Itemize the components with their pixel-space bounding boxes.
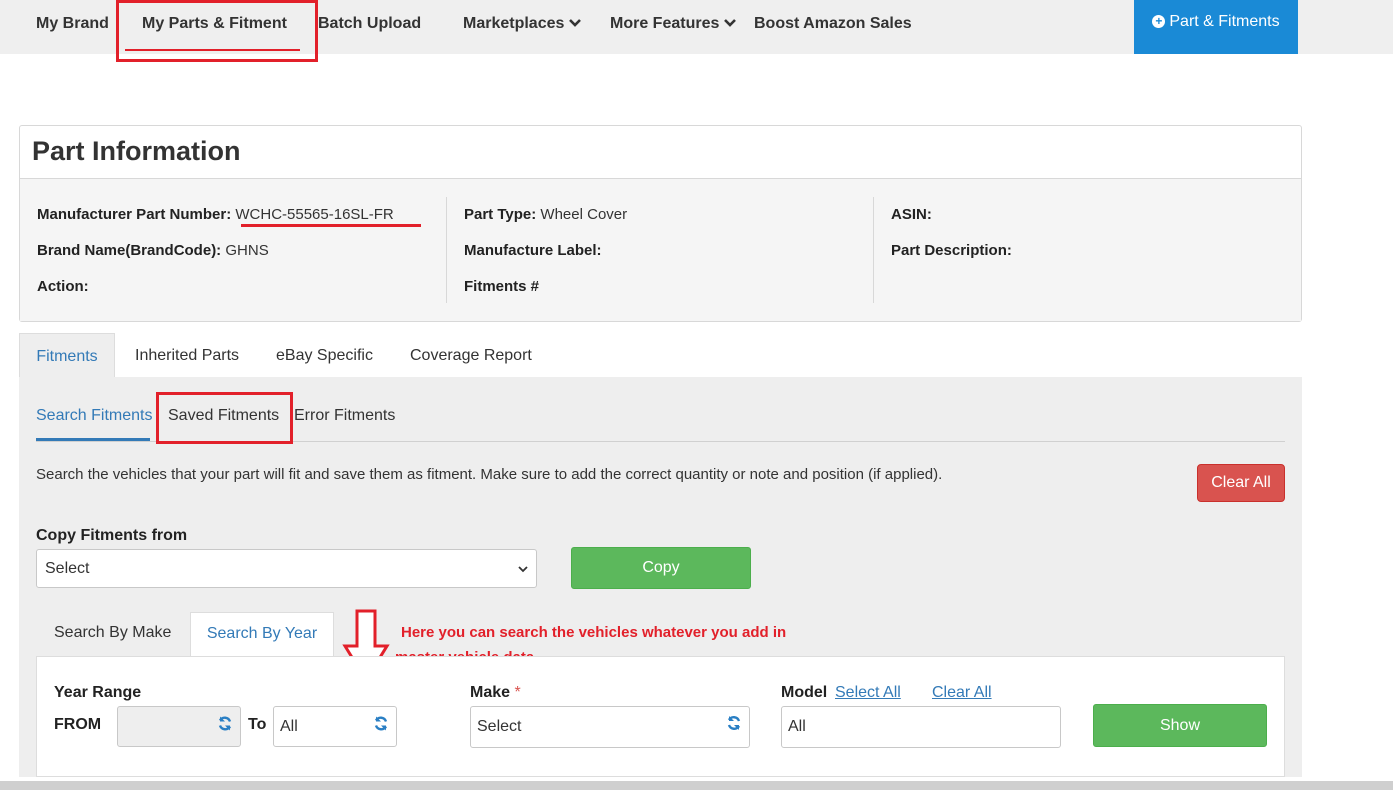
make-label: Make * xyxy=(470,684,521,702)
model-label: Model xyxy=(781,684,828,701)
part-description-row: Part Description: xyxy=(891,233,1012,269)
model-select[interactable]: All xyxy=(781,706,1061,748)
year-to-value: All xyxy=(280,718,298,735)
panel-body: Manufacturer Part Number: WCHC-55565-16S… xyxy=(20,179,1301,321)
action-row: Action: xyxy=(37,269,394,305)
info-column-1: Manufacturer Part Number: WCHC-55565-16S… xyxy=(37,197,394,303)
info-column-2: Part Type: Wheel Cover Manufacture Label… xyxy=(464,197,627,303)
nav-more-features[interactable]: More Features xyxy=(610,0,737,48)
model-select-value: All xyxy=(788,718,806,735)
nav-batch-upload[interactable]: Batch Upload xyxy=(318,0,421,48)
make-select[interactable]: Select xyxy=(470,706,750,748)
add-part-fitments-button[interactable]: + Part & Fitments xyxy=(1134,0,1298,54)
action-label: Action: xyxy=(37,278,89,295)
copy-fitments-select-value: Select xyxy=(45,560,90,577)
tab-inherited-parts[interactable]: Inherited Parts xyxy=(135,333,239,378)
to-label: To xyxy=(248,716,267,733)
fitments-count-label: Fitments # xyxy=(464,278,540,295)
part-type-row: Part Type: Wheel Cover xyxy=(464,197,627,233)
brand-label: Brand Name(BrandCode): xyxy=(37,242,222,259)
annotation-text-line1: Here you can search the vehicles whateve… xyxy=(401,624,787,641)
plus-circle-icon: + xyxy=(1152,15,1166,28)
nav-marketplaces-label: Marketplaces xyxy=(463,15,565,33)
panel-title: Part Information xyxy=(20,126,1301,179)
required-marker: * xyxy=(514,684,521,701)
mpn-value: WCHC-55565-16SL-FR xyxy=(235,206,394,223)
model-clear-all-link[interactable]: Clear All xyxy=(932,684,992,702)
tab-fitments[interactable]: Fitments xyxy=(19,333,115,378)
mpn-row: Manufacturer Part Number: WCHC-55565-16S… xyxy=(37,197,394,233)
asin-label: ASIN: xyxy=(891,206,932,223)
add-part-fitments-label: Part & Fitments xyxy=(1169,13,1280,30)
subtab-error-fitments[interactable]: Error Fitments xyxy=(294,405,395,427)
show-button[interactable]: Show xyxy=(1093,704,1267,747)
column-divider xyxy=(446,197,447,303)
fitments-description: Search the vehicles that your part will … xyxy=(36,466,943,483)
nav-boost-amazon-sales[interactable]: Boost Amazon Sales xyxy=(754,0,912,48)
annotation-underline-nav xyxy=(125,49,300,51)
refresh-icon xyxy=(373,707,389,746)
annotation-underline-mpn xyxy=(241,224,421,227)
chevron-down-icon xyxy=(518,550,528,587)
copy-fitments-label: Copy Fitments from xyxy=(36,527,188,544)
nav-marketplaces[interactable]: Marketplaces xyxy=(463,0,582,48)
column-divider xyxy=(873,197,874,303)
nav-my-brand[interactable]: My Brand xyxy=(36,0,109,48)
tab-coverage-report[interactable]: Coverage Report xyxy=(410,333,532,378)
chevron-down-icon xyxy=(723,0,737,48)
nav-more-features-label: More Features xyxy=(610,15,720,33)
brand-value: GHNS xyxy=(225,242,269,259)
tab-search-by-year[interactable]: Search By Year xyxy=(190,612,334,657)
manufacture-label-label: Manufacture Label: xyxy=(464,242,602,259)
annotation-box-saved-fitments xyxy=(156,392,293,444)
part-description-label: Part Description: xyxy=(891,242,1012,259)
manufacture-label-row: Manufacture Label: xyxy=(464,233,627,269)
year-from-select[interactable] xyxy=(117,706,241,747)
chevron-down-icon xyxy=(568,0,582,48)
brand-row: Brand Name(BrandCode): GHNS xyxy=(37,233,394,269)
make-label-text: Make xyxy=(470,684,511,701)
copy-fitments-select[interactable]: Select xyxy=(36,549,537,588)
copy-button[interactable]: Copy xyxy=(571,547,751,589)
horizontal-scrollbar[interactable] xyxy=(0,781,1393,790)
refresh-icon xyxy=(217,707,233,746)
subtab-search-fitments[interactable]: Search Fitments xyxy=(36,405,152,427)
mpn-label: Manufacturer Part Number: xyxy=(37,206,232,223)
clear-all-button[interactable]: Clear All xyxy=(1197,464,1285,502)
tab-ebay-specific[interactable]: eBay Specific xyxy=(276,333,373,378)
info-column-3: ASIN: Part Description: xyxy=(891,197,1012,303)
fitments-count-row: Fitments # xyxy=(464,269,627,305)
model-select-all-link[interactable]: Select All xyxy=(835,684,901,702)
refresh-icon xyxy=(726,707,742,747)
part-type-label: Part Type: xyxy=(464,206,537,223)
tab-search-by-make[interactable]: Search By Make xyxy=(54,612,171,657)
annotation-box-my-parts xyxy=(116,0,318,62)
part-type-value: Wheel Cover xyxy=(540,206,628,223)
from-label: FROM xyxy=(54,716,102,733)
asin-row: ASIN: xyxy=(891,197,1012,233)
part-information-panel: Part Information Manufacturer Part Numbe… xyxy=(19,125,1302,322)
make-select-value: Select xyxy=(477,718,522,735)
year-range-label: Year Range xyxy=(54,684,142,701)
year-to-select[interactable]: All xyxy=(273,706,397,747)
